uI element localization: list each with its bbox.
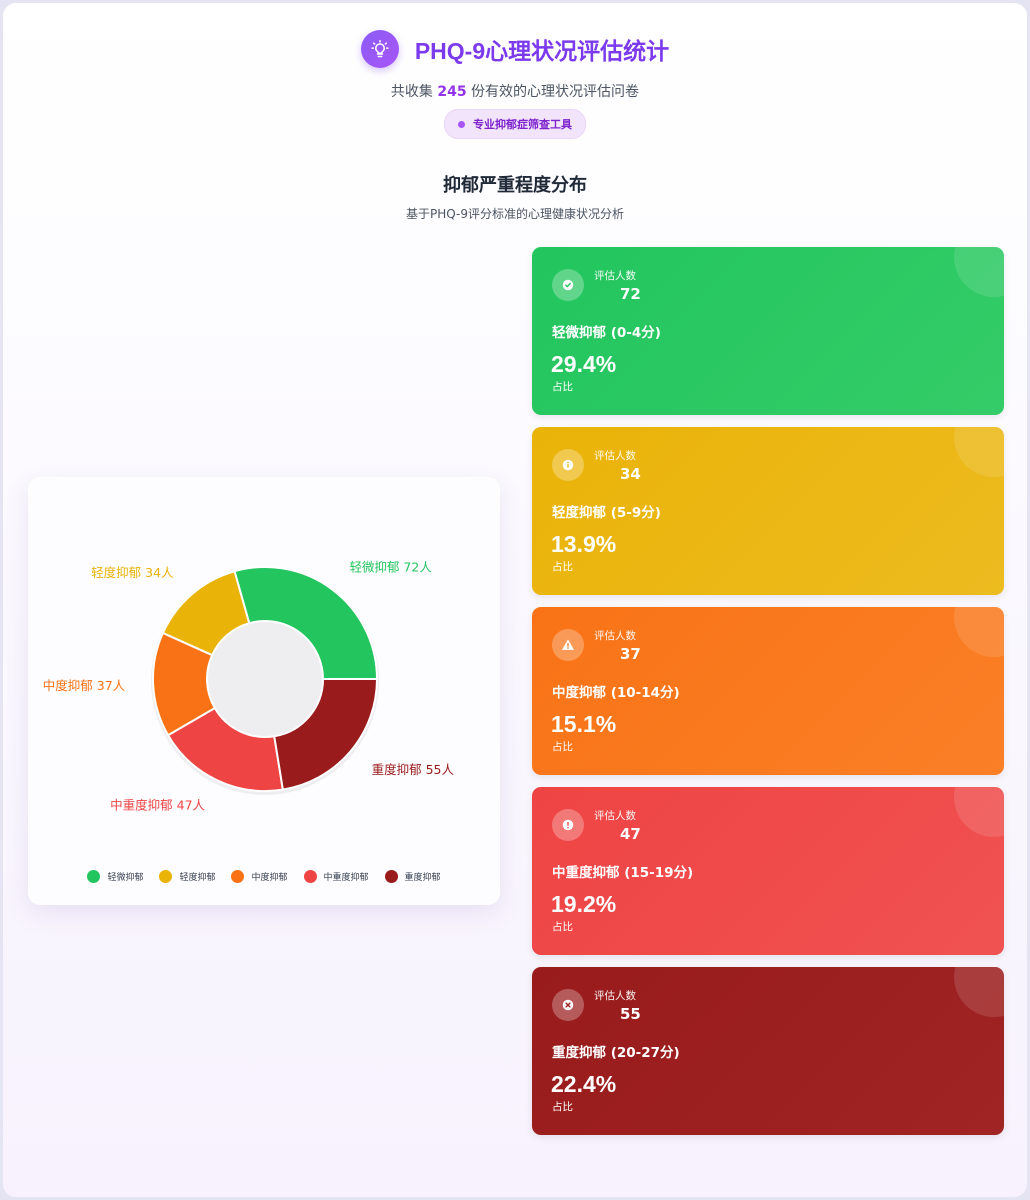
header: PHQ-9心理状况评估统计 共收集 245 份有效的心理状况评估问卷 专业抑郁症… [3, 29, 1027, 139]
card-percentage: 19.2% [551, 891, 617, 917]
card-count-label: 评估人数 [594, 450, 636, 462]
card-count: 72 [620, 285, 641, 303]
card-count-label: 评估人数 [594, 270, 636, 282]
page: PHQ-9心理状况评估统计 共收集 245 份有效的心理状况评估问卷 专业抑郁症… [2, 2, 1028, 1198]
card-percentage-label: 占比 [552, 921, 573, 933]
info-circle-icon [552, 449, 584, 481]
legend-label: 轻度抑郁 [179, 873, 216, 883]
stat-card: 评估人数 34 轻度抑郁 (5-9分) 13.9% 占比 [532, 427, 1004, 595]
card-percentage-label: 占比 [552, 1101, 573, 1113]
card-label: 轻度抑郁 (5-9分) [552, 505, 661, 521]
card-label: 中重度抑郁 (15-19分) [552, 865, 694, 881]
chart-legend: 轻微抑郁 轻度抑郁 中度抑郁 中重度抑郁 重度抑郁 [28, 870, 500, 883]
stat-card: 评估人数 47 中重度抑郁 (15-19分) 19.2% 占比 [532, 787, 1004, 955]
warning-icon [552, 629, 584, 661]
legend-item[interactable]: 中度抑郁 [231, 870, 288, 883]
stat-card: 评估人数 37 中度抑郁 (10-14分) 15.1% 占比 [532, 607, 1004, 775]
subtitle-suffix: 份有效的心理状况评估问卷 [466, 84, 640, 100]
card-count: 55 [620, 1005, 641, 1023]
legend-dot [303, 870, 317, 883]
slice-data-label: 重度抑郁 55人 [372, 762, 455, 777]
card-percentage: 22.4% [551, 1071, 617, 1097]
legend-label: 轻微抑郁 [107, 873, 144, 883]
check-circle-icon [552, 269, 584, 301]
page-title: PHQ-9心理状况评估统计 [414, 38, 670, 64]
exclamation-circle-icon [552, 809, 584, 841]
card-count-label: 评估人数 [594, 810, 636, 822]
card-label: 重度抑郁 (20-27分) [552, 1045, 680, 1061]
badge-dot-icon [458, 120, 465, 128]
badge-label: 专业抑郁症筛查工具 [473, 118, 572, 131]
legend-dot [159, 870, 173, 883]
card-label: 中度抑郁 (10-14分) [552, 685, 680, 701]
slice-data-label: 中度抑郁 37人 [43, 678, 126, 693]
card-count-label: 评估人数 [594, 630, 636, 642]
legend-label: 重度抑郁 [404, 873, 441, 883]
card-percentage: 13.9% [551, 531, 617, 557]
card-count: 34 [620, 465, 641, 483]
subtitle-prefix: 共收集 [390, 84, 438, 100]
donut-chart: 轻微抑郁 72人 轻度抑郁 34人中度抑郁 37人中重度抑郁 47人 重度抑郁 55… [43, 559, 455, 813]
legend-label: 中重度抑郁 [323, 873, 369, 883]
card-percentage-label: 占比 [552, 741, 573, 753]
lightbulb-icon [360, 30, 399, 68]
card-percentage: 15.1% [551, 711, 617, 737]
stat-card: 评估人数 55 重度抑郁 (20-27分) 22.4% 占比 [532, 967, 1004, 1135]
card-count: 37 [620, 645, 641, 663]
tool-badge: 专业抑郁症筛查工具 [444, 109, 586, 139]
stat-cards: 评估人数 72 轻微抑郁 (0-4分) 29.4% 占比 评估人数 34 轻度抑郁 (5-9分… [532, 247, 1004, 1147]
x-circle-icon [552, 989, 584, 1021]
card-count: 47 [620, 825, 641, 843]
slice-data-label: 中重度抑郁 47人 [110, 798, 205, 813]
chart-card: 轻微抑郁 72人 轻度抑郁 34人中度抑郁 37人中重度抑郁 47人 重度抑郁 55… [28, 477, 500, 905]
slice-data-label: 轻度抑郁 34人 [91, 565, 174, 580]
legend-item[interactable]: 轻微抑郁 [87, 870, 143, 883]
card-percentage-label: 占比 [552, 381, 573, 393]
legend-dot [231, 870, 245, 883]
card-label: 轻微抑郁 (0-4分) [552, 325, 661, 341]
page-subtitle: 共收集 245 份有效的心理状况评估问卷 [3, 81, 1027, 101]
legend-item[interactable]: 重度抑郁 [384, 870, 441, 883]
card-count-label: 评估人数 [594, 990, 636, 1002]
stat-card: 评估人数 72 轻微抑郁 (0-4分) 29.4% 占比 [532, 247, 1004, 415]
section-title: 抑郁严重程度分布 [443, 175, 587, 196]
total-count: 245 [437, 84, 467, 100]
legend-dot [384, 870, 398, 883]
section-subtitle: 基于PHQ-9评分标准的心理健康状况分析 [405, 207, 624, 221]
slice-data-label: 轻微抑郁 72人 [349, 559, 432, 574]
legend-item[interactable]: 中重度抑郁 [303, 870, 369, 883]
title-row: PHQ-9心理状况评估统计 [3, 29, 1027, 69]
card-percentage: 29.4% [551, 351, 617, 377]
legend-dot [87, 870, 101, 883]
card-percentage-label: 占比 [552, 561, 573, 573]
legend-item[interactable]: 轻度抑郁 [159, 870, 215, 883]
legend-label: 中度抑郁 [251, 873, 288, 883]
